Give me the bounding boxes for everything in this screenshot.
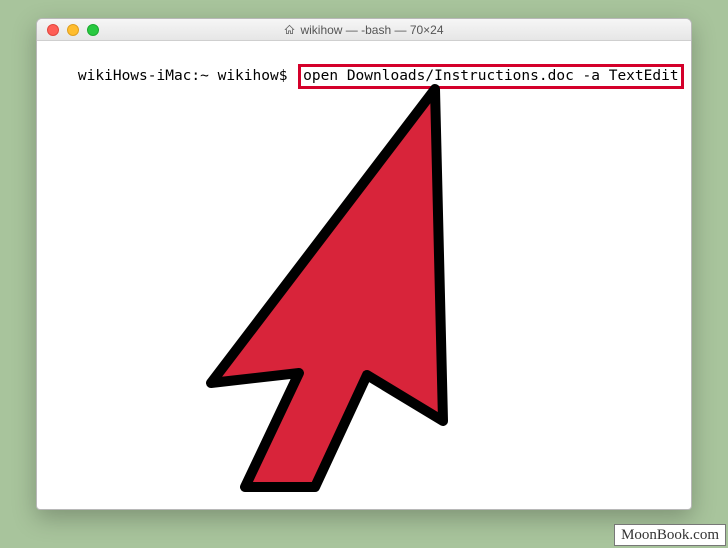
close-button[interactable] — [47, 24, 59, 36]
zoom-button[interactable] — [87, 24, 99, 36]
watermark: MoonBook.com — [614, 524, 726, 546]
minimize-button[interactable] — [67, 24, 79, 36]
shell-prompt: wikiHows-iMac:~ wikihow$ — [78, 68, 288, 84]
window-title: wikihow — -bash — 70×24 — [37, 23, 691, 37]
terminal-window: wikihow — -bash — 70×24 wikiHows-iMac:~ … — [36, 18, 692, 510]
watermark-text: MoonBook.com — [621, 527, 719, 543]
terminal-body[interactable]: wikiHows-iMac:~ wikihow$ open Downloads/… — [37, 41, 691, 509]
window-titlebar: wikihow — -bash — 70×24 — [37, 19, 691, 41]
window-title-text: wikihow — -bash — 70×24 — [300, 23, 443, 37]
command-highlight-box: open Downloads/Instructions.doc -a TextE… — [298, 64, 683, 89]
home-icon — [284, 24, 295, 35]
shell-command: open Downloads/Instructions.doc -a TextE… — [303, 68, 678, 84]
traffic-lights — [37, 24, 99, 36]
